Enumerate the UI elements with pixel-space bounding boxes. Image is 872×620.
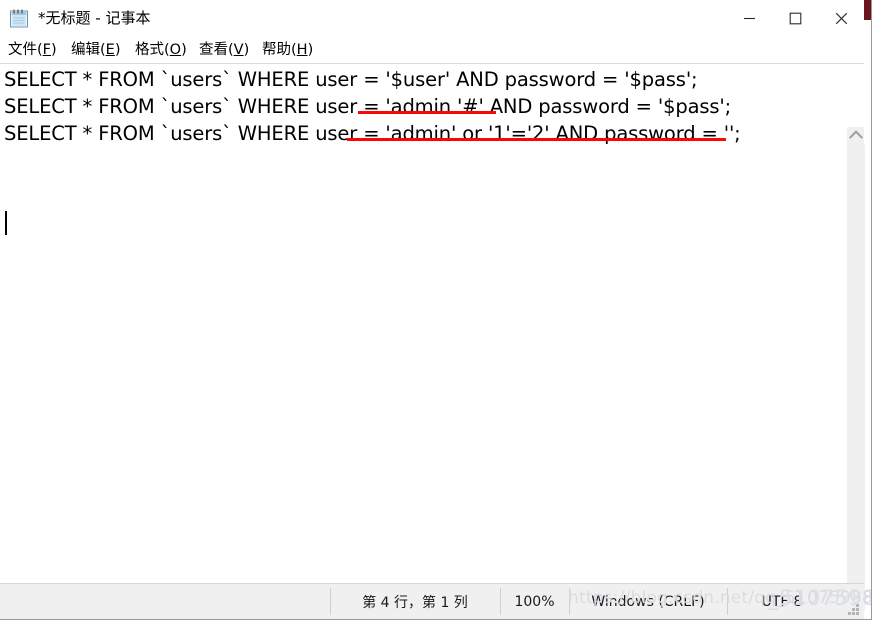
code-line-3: SELECT * FROM `users` WHERE user = 'admi… xyxy=(4,122,741,145)
menu-item-file-label: 文件( xyxy=(8,42,43,58)
scroll-up-arrow-icon[interactable] xyxy=(847,127,865,145)
status-bar: 第 4 行，第 1 列 100% Windows (CRLF) UTF-8 xyxy=(0,583,864,619)
status-encoding: UTF-8 xyxy=(761,593,803,610)
code-line-2: SELECT * FROM `users` WHERE user = 'admi… xyxy=(4,95,732,118)
red-underline-line3 xyxy=(347,138,726,141)
menu-bar: 文件(F) 编辑(E) 格式(O) 查看(V) 帮助(H) xyxy=(0,37,864,63)
minimize-button[interactable] xyxy=(726,0,772,37)
notepad-icon xyxy=(9,8,30,29)
menu-item-view-label: 查看( xyxy=(199,42,234,58)
menu-item-help[interactable]: 帮助(H) xyxy=(259,40,316,60)
menu-item-format[interactable]: 格式(O) xyxy=(132,40,190,60)
menu-item-edit[interactable]: 编辑(E) xyxy=(68,40,124,60)
status-cursor-position: 第 4 行，第 1 列 xyxy=(362,594,468,611)
menu-item-view-accel: V xyxy=(233,42,244,58)
window-title: *无标题 - 记事本 xyxy=(38,9,151,27)
background-window-edge xyxy=(863,0,871,20)
status-zoom-level: 100% xyxy=(514,593,555,610)
menu-item-format-accel: O xyxy=(169,42,182,58)
status-line-ending: Windows (CRLF) xyxy=(591,593,705,610)
menu-item-view-tail: ) xyxy=(243,42,250,58)
menu-item-edit-label: 编辑( xyxy=(71,42,106,58)
title-bar[interactable]: *无标题 - 记事本 xyxy=(0,0,864,38)
close-button[interactable] xyxy=(818,0,864,37)
maximize-button[interactable] xyxy=(772,0,818,37)
menu-item-format-label: 格式( xyxy=(135,42,170,58)
window-controls xyxy=(726,0,864,37)
red-underline-line2 xyxy=(358,111,496,114)
menu-item-edit-accel: E xyxy=(105,42,115,58)
menu-item-help-label: 帮助( xyxy=(262,42,297,58)
menu-item-file[interactable]: 文件(F) xyxy=(5,40,60,60)
menu-item-edit-tail: ) xyxy=(114,42,121,58)
vertical-scrollbar[interactable] xyxy=(846,127,865,619)
code-line-1: SELECT * FROM `users` WHERE user = '$use… xyxy=(4,68,698,91)
vertical-scroll-thumb[interactable] xyxy=(847,145,865,610)
notepad-window: *无标题 - 记事本 文件(F) 编辑(E) 格式(O) 查看(V) 帮助(H)… xyxy=(0,0,872,620)
text-area[interactable]: SELECT * FROM `users` WHERE user = '$use… xyxy=(0,64,845,567)
menu-item-help-accel: H xyxy=(296,42,308,58)
menu-item-format-tail: ) xyxy=(181,42,187,58)
menu-item-help-tail: ) xyxy=(307,42,314,58)
menu-item-file-accel: F xyxy=(42,42,52,58)
editor-frame: SELECT * FROM `users` WHERE user = '$use… xyxy=(0,63,865,619)
resize-grip-icon[interactable] xyxy=(848,604,860,616)
text-caret xyxy=(5,211,7,235)
menu-item-view[interactable]: 查看(V) xyxy=(196,40,252,60)
menu-item-file-tail: ) xyxy=(51,42,57,58)
